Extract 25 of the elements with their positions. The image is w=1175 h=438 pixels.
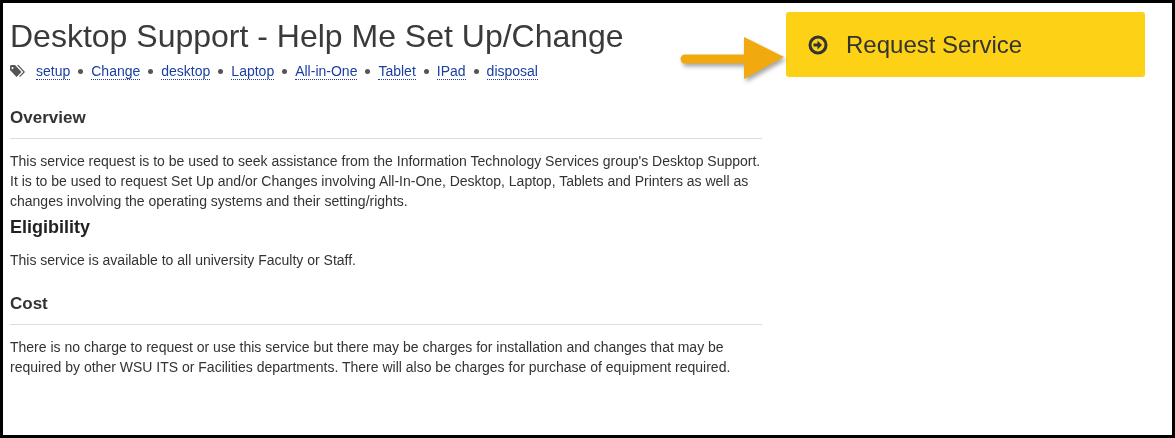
tag-link[interactable]: Change — [91, 63, 141, 80]
tag-link[interactable]: IPad — [436, 63, 466, 80]
tag-link[interactable]: setup — [36, 63, 71, 80]
section-heading: Overview — [10, 108, 87, 128]
tags-icon — [10, 65, 27, 78]
section-paragraph: This service is available to all university Faculty or Staff. — [10, 251, 357, 270]
section-paragraph: There is no charge to request or use this service but there may be charges for installation and changes that may be required by other WSU ITS or Facilities departments. There will also be charges for purchase of equipment required. — [10, 338, 732, 377]
arrow-circle-icon — [808, 34, 828, 55]
request-service-button[interactable]: Request Service — [786, 12, 1145, 77]
bullet-dot — [473, 69, 479, 74]
bullet-dot — [78, 69, 84, 74]
section-heading: Cost — [10, 294, 49, 314]
tag-link[interactable]: desktop — [161, 63, 211, 80]
bullet-dot — [423, 69, 429, 74]
tag-link[interactable]: Laptop — [231, 63, 275, 80]
tag-link[interactable]: disposal — [486, 63, 538, 80]
section-paragraph: This service request is to be used to seek assistance from the Information Technology Services group's Desktop Support. It is to be used to request Set Up and/or Changes involving All-In-One, Desktop, Laptop, Tablets and Printers as well as changes involving the operating systems and their setting/rights. — [10, 152, 762, 211]
tag-link[interactable]: Tablet — [378, 63, 416, 80]
bullet-dot — [148, 69, 154, 74]
bullet-dot — [365, 69, 371, 74]
bullet-dot — [218, 69, 224, 74]
bullet-dot — [282, 69, 288, 74]
section-heading: Eligibility — [10, 217, 91, 238]
page-title: Desktop Support - Help Me Set Up/Change — [10, 18, 625, 55]
tag-link[interactable]: All-in-One — [295, 63, 358, 80]
